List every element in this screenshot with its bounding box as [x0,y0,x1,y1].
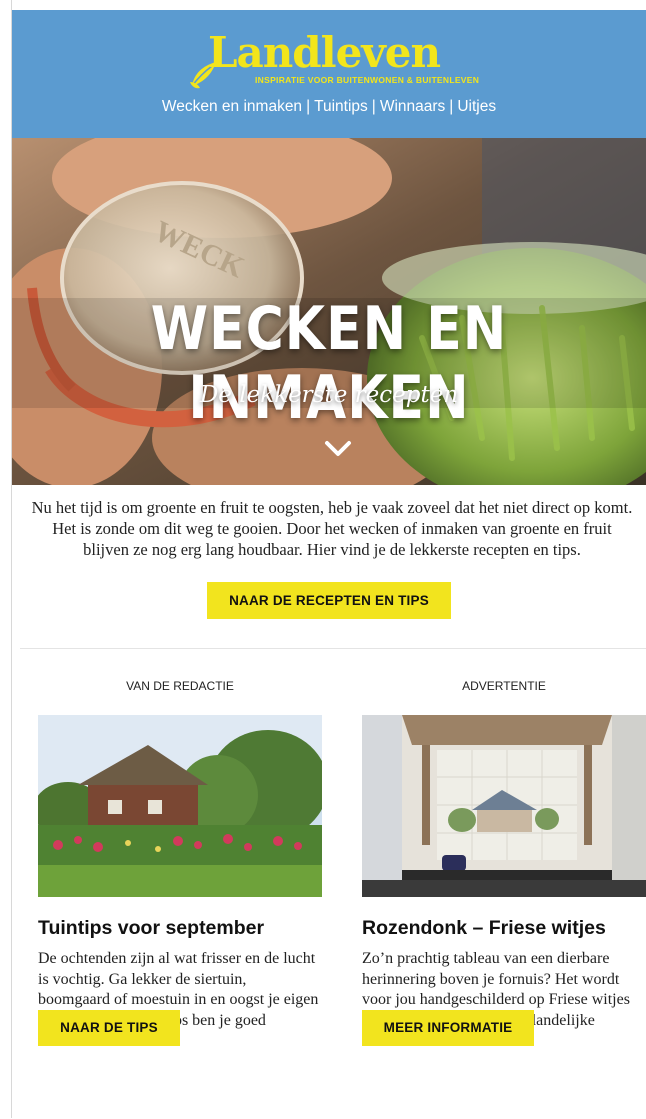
column-title[interactable]: Rozendonk – Friese witjes [362,917,646,940]
two-column-section: VAN DE REDACTIE Tuintips voor september … [12,649,646,1119]
top-nav: Wecken en inmaken | Tuintips | Winnaars | Uitj… [12,98,646,116]
kitchen-tiles-image[interactable] [362,715,646,897]
editorial-column: VAN DE REDACTIE Tuintips voor september … [38,649,322,1052]
nav-link-tuintips[interactable]: Tuintips [314,98,368,115]
logo-tagline: INSPIRATIE VOOR BUITENWONEN & BUITENLEVE… [255,75,480,85]
column-label: ADVERTENTIE [462,679,546,693]
nav-separator: | [306,98,311,115]
tips-button[interactable]: NAAR DE TIPS [38,1010,180,1046]
header: Landleven INSPIRATIE VOOR BUITENWONEN & … [12,10,646,138]
nav-separator: | [449,98,454,115]
landleven-logo[interactable]: Landleven INSPIRATIE VOOR BUITENWONEN & … [188,26,518,96]
hero-subtitle: De lekkerste recepten [199,382,459,408]
garden-farmhouse-image[interactable] [38,715,322,897]
column-label: VAN DE REDACTIE [126,679,234,693]
email-body: Landleven INSPIRATIE VOOR BUITENWONEN & … [12,10,646,1119]
column-title[interactable]: Tuintips voor september [38,917,322,940]
nav-link-wecken[interactable]: Wecken en inmaken [162,98,302,115]
hero-title: WECKEN EN INMAKEN [150,295,508,433]
more-info-button[interactable]: MEER INFORMATIE [362,1010,534,1046]
chevron-down-icon[interactable] [324,440,352,458]
logo-wordmark: Landleven [208,28,441,77]
nav-link-winnaars[interactable]: Winnaars [380,98,445,115]
intro-text: Nu het tijd is om groente en fruit te oo… [31,498,633,559]
recipes-button[interactable]: NAAR DE RECEPTEN EN TIPS [207,582,451,619]
hero-banner[interactable]: WECK WECKEN EN INMAKEN De lekkerste rece… [12,138,646,485]
nav-separator: | [371,98,376,115]
nav-link-uitjes[interactable]: Uitjes [457,98,496,115]
intro-button-wrap: NAAR DE RECEPTEN EN TIPS [12,582,646,619]
advertisement-column: ADVERTENTIE Rozendonk – Friese witjes Zo… [362,649,646,1052]
